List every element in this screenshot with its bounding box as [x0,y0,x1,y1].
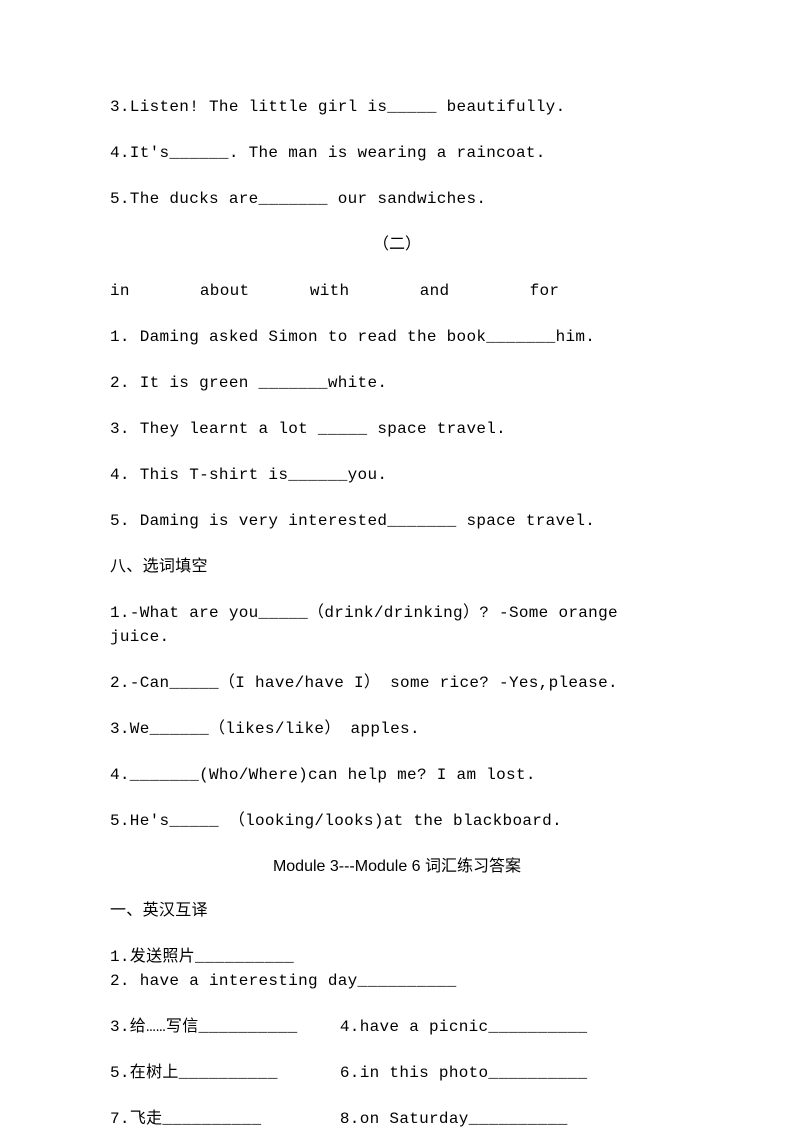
s8-question-4: 4._______(Who/Where)can help me? I am lo… [110,763,684,787]
s2-question-2: 2. It is green _______white. [110,371,684,395]
vocab-3: 3.给……写信__________ [110,1015,330,1039]
s2-question-5: 5. Daming is very interested_______ spac… [110,509,684,533]
word-in: in [110,279,190,303]
s8-question-2: 2.-Can_____（I have/have I） some rice? -Y… [110,671,684,695]
section-1-heading: 一、英汉互译 [110,899,684,923]
section-8-heading: 八、选词填空 [110,555,684,579]
question-3: 3.Listen! The little girl is_____ beauti… [110,95,684,119]
vocab-5: 5.在树上__________ [110,1061,330,1085]
s8-question-5: 5.He's_____ （looking/looks)at the blackb… [110,809,684,833]
word-with: with [310,279,410,303]
word-and: and [420,279,520,303]
question-5: 5.The ducks are_______ our sandwiches. [110,187,684,211]
s2-question-1: 1. Daming asked Simon to read the book__… [110,325,684,349]
question-4: 4.It's______. The man is wearing a rainc… [110,141,684,165]
vocab-8: 8.on Saturday__________ [340,1107,568,1131]
word-for: for [530,279,560,303]
word-about: about [200,279,300,303]
word-bank: in about with and for [110,279,684,303]
s8-question-3: 3.We______（likes/like） apples. [110,717,684,741]
s2-question-3: 3. They learnt a lot _____ space travel. [110,417,684,441]
answers-title: Module 3---Module 6 词汇练习答案 [110,855,684,879]
s8-question-1: 1.-What are you_____（drink/drinking）? -S… [110,601,684,649]
vocab-row-4: 7.飞走__________ 8.on Saturday__________ [110,1107,684,1131]
vocab-row-3: 5.在树上__________ 6.in this photo_________… [110,1061,684,1085]
s2-question-4: 4. This T-shirt is______you. [110,463,684,487]
section-2-label: （二） [110,233,684,257]
vocab-row-1: 1.发送照片__________ 2. have a interesting d… [110,945,684,993]
vocab-1: 1.发送照片__________ [110,945,330,969]
vocab-6: 6.in this photo__________ [340,1061,588,1085]
vocab-row-2: 3.给……写信__________ 4.have a picnic_______… [110,1015,684,1039]
vocab-4: 4.have a picnic__________ [340,1015,588,1039]
vocab-2: 2. have a interesting day__________ [110,969,457,993]
vocab-7: 7.飞走__________ [110,1107,330,1131]
